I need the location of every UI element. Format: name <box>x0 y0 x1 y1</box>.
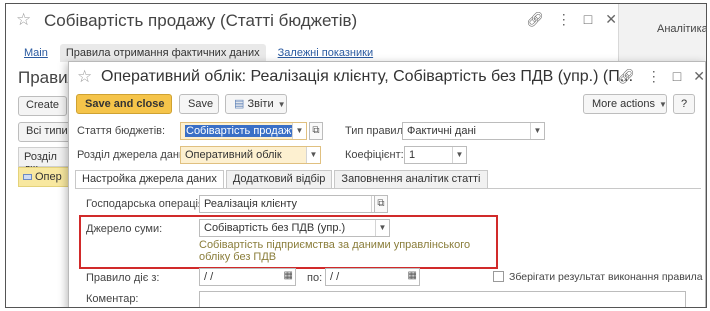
table-row[interactable]: Опер <box>18 167 73 187</box>
comment-label: Коментар: <box>86 293 139 305</box>
tab-dependent-indicators[interactable]: Залежні показники <box>272 44 379 62</box>
table-row-label: Опер <box>35 171 62 183</box>
help-button[interactable]: ? <box>673 94 695 114</box>
source-section-select[interactable]: Оперативний облік ▼ <box>180 146 321 164</box>
more-vertical-icon[interactable]: ⋮ <box>557 11 571 28</box>
link-icon[interactable]: 🔗︎ <box>617 68 635 85</box>
favorite-star-icon[interactable]: ☆ <box>16 10 31 30</box>
more-actions-label: More actions <box>592 98 655 110</box>
open-item-icon[interactable]: ⧉ <box>309 122 323 140</box>
all-types-button[interactable]: Всі типи <box>18 122 76 142</box>
screen: ☆ Собівартість продажу (Статті бюджетів)… <box>5 3 707 308</box>
more-actions-button[interactable]: More actions ▼ <box>583 94 667 114</box>
chevron-down-icon: ▼ <box>658 100 667 109</box>
keep-result-label: Зберігати результат виконання правила <box>509 271 703 283</box>
save-and-close-button[interactable]: Save and close <box>76 94 172 114</box>
chevron-down-icon[interactable]: ▼ <box>375 220 389 236</box>
budget-item-label: Стаття бюджетів: <box>77 125 166 137</box>
chevron-down-icon[interactable]: ▼ <box>452 147 466 163</box>
close-icon[interactable]: ✕ <box>605 11 617 28</box>
rule-to-label: по: <box>307 272 323 284</box>
rule-from-date-value: / / <box>204 271 214 283</box>
maximize-icon[interactable]: □ <box>673 68 681 85</box>
rule-from-date-field[interactable]: / / ▦ <box>199 268 296 286</box>
rule-to-date-value: / / <box>330 271 340 283</box>
dialog-tabs: Настройка джерела даних Додатковий відбі… <box>75 170 490 188</box>
budget-item-value: Собівартість продажу <box>185 125 298 137</box>
background-window-title: Собівартість продажу (Статті бюджетів) <box>44 11 358 30</box>
coefficient-value: 1 <box>409 149 416 161</box>
background-window-controls: 🔗︎ ⋮ □ ✕ <box>526 11 617 28</box>
report-icon: ▤ <box>234 98 245 110</box>
operation-value: Реалізація клієнту <box>204 198 298 210</box>
open-item-icon[interactable]: ⧉ <box>374 195 388 213</box>
calendar-icon[interactable]: ▦ <box>284 270 293 281</box>
rule-dialog: ☆ Оперативний облік: Реалізація клієнту,… <box>68 61 706 307</box>
dialog-window-controls: 🔗︎ ⋮ □ ✕ <box>617 68 705 85</box>
table-header-source-section[interactable]: Розділ дж <box>18 147 73 175</box>
tab-source-settings[interactable]: Настройка джерела даних <box>75 170 224 188</box>
tab-additional-filter[interactable]: Додатковий відбір <box>225 170 333 188</box>
tab-fill-analytics[interactable]: Заповнення аналітик статті <box>334 170 488 188</box>
keep-result-checkbox[interactable] <box>493 271 504 282</box>
chevron-down-icon[interactable]: ▼ <box>530 123 544 139</box>
coefficient-field[interactable]: 1 ▼ <box>404 146 467 164</box>
close-icon[interactable]: ✕ <box>693 68 705 85</box>
rule-to-date-field[interactable]: / / ▦ <box>325 268 420 286</box>
tab-main[interactable]: Main <box>18 44 54 62</box>
amount-source-label: Джерело суми: <box>86 223 163 235</box>
reports-button[interactable]: ▤ Звіти ▼ <box>225 94 287 114</box>
reports-label: Звіти <box>247 98 274 110</box>
link-icon[interactable]: 🔗︎ <box>526 11 544 28</box>
favorite-star-icon[interactable]: ☆ <box>77 67 92 87</box>
save-button[interactable]: Save <box>179 94 219 114</box>
dialog-title: Оперативний облік: Реалізація клієнту, С… <box>101 68 634 85</box>
rule-type-value: Фактичні дані <box>407 125 476 137</box>
chevron-down-icon[interactable]: ▼ <box>306 147 320 163</box>
coefficient-label: Коефіцієнт: <box>345 149 404 161</box>
amount-source-hint: Собівартість підприємства за даними упра… <box>199 239 471 263</box>
background-tabs: Main Правила отримання фактичних даних З… <box>18 40 385 62</box>
source-section-label: Розділ джерела даних: <box>77 149 194 161</box>
amount-source-select[interactable]: Собівартість без ПДВ (упр.) ▼ <box>199 219 390 237</box>
chevron-down-icon: ▼ <box>277 100 286 109</box>
rule-type-select[interactable]: Фактичні дані ▼ <box>402 122 545 140</box>
create-button[interactable]: Create <box>18 96 68 116</box>
rule-from-label: Правило діє з: <box>86 272 160 284</box>
source-section-value: Оперативний облік <box>185 149 282 161</box>
operation-select[interactable]: Реалізація клієнту▼ <box>199 195 386 213</box>
chevron-down-icon[interactable]: ▼ <box>292 123 306 139</box>
maximize-icon[interactable]: □ <box>584 11 592 28</box>
more-vertical-icon[interactable]: ⋮ <box>647 68 661 85</box>
budget-item-field[interactable]: Собівартість продажу ▼ <box>180 122 307 140</box>
row-state-icon <box>23 174 32 181</box>
analytics-column-header: Аналітика 4 <box>657 23 707 35</box>
comment-field[interactable] <box>199 291 686 307</box>
amount-source-value: Собівартість без ПДВ (упр.) <box>204 222 346 234</box>
calendar-icon[interactable]: ▦ <box>408 270 417 281</box>
operation-label: Господарська операція: <box>86 198 207 210</box>
background-titlebar: ☆ Собівартість продажу (Статті бюджетів)… <box>6 4 618 38</box>
tab-actual-data-rules[interactable]: Правила отримання фактичних даних <box>59 44 266 62</box>
